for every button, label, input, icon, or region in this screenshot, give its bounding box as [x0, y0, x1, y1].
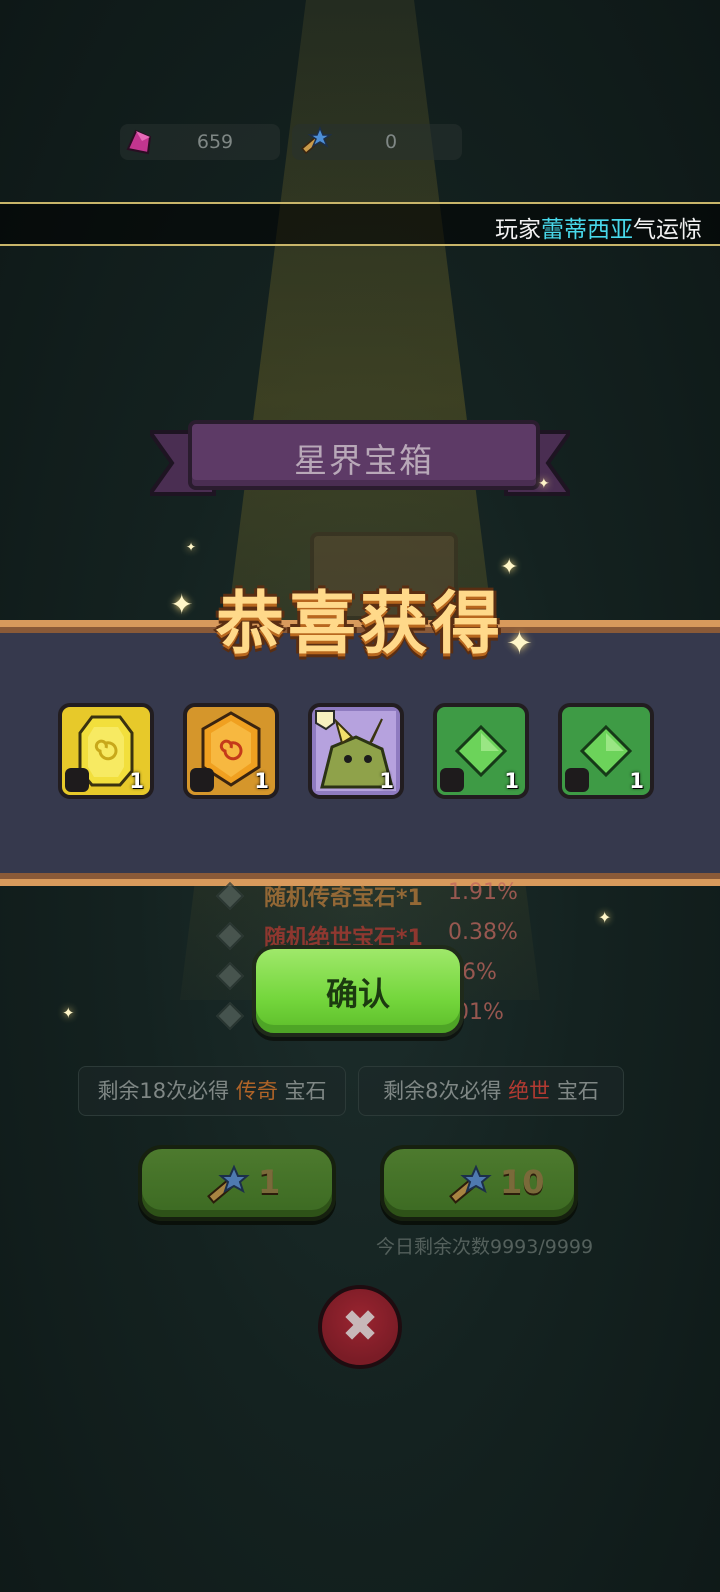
- key-counter: 0: [292, 124, 462, 160]
- sparkle-icon: ✦: [538, 476, 550, 492]
- announcement-ticker: 玩家蕾蒂西亚气运惊: [0, 202, 720, 246]
- draw-once-button[interactable]: 1: [138, 1145, 336, 1221]
- item-count: 1: [504, 769, 519, 793]
- pity-prefix: 剩余18次必得: [97, 1079, 230, 1103]
- key-count: 0: [384, 131, 398, 153]
- reward-item-orange-gem[interactable]: 1: [183, 703, 279, 799]
- confirm-label: 确认: [325, 975, 390, 1013]
- axe-icon: [440, 768, 464, 792]
- congrats-heading: 恭喜获得: [215, 585, 504, 664]
- pity-rarity: 传奇: [235, 1079, 278, 1103]
- sparkle-icon: ✦: [170, 588, 194, 621]
- item-count: 1: [629, 769, 644, 793]
- sparkle-icon: ✦: [62, 1004, 75, 1022]
- confirm-button[interactable]: 确认: [252, 945, 464, 1037]
- crown-icon: [565, 768, 589, 792]
- draw-ten-label: 10: [500, 1163, 545, 1201]
- sparkle-icon: ✦: [500, 555, 519, 580]
- hook-icon: [65, 768, 89, 792]
- odds-percent: 0.38%: [448, 920, 518, 945]
- pity-mythic-counter: 剩余8次必得 绝世 宝石: [358, 1066, 624, 1116]
- sparkle-icon: ✦: [186, 540, 197, 554]
- star-key-icon: [301, 126, 332, 155]
- sparkle-icon: ✦: [598, 908, 612, 927]
- chest-title: 星界宝箱: [294, 441, 434, 480]
- pity-rarity: 绝世: [508, 1079, 551, 1103]
- reward-item-green-gem[interactable]: 1: [433, 703, 529, 799]
- odds-percent: 1.91%: [448, 880, 518, 905]
- gem-counter: 659: [120, 124, 280, 160]
- pity-suffix: 宝石: [556, 1079, 599, 1103]
- ticker-suffix: 气运惊: [633, 217, 702, 243]
- remaining-today: 今日剩余次数9993/9999: [376, 1236, 594, 1258]
- star-key-icon: [449, 1164, 492, 1204]
- pity-prefix: 剩余8次必得: [383, 1079, 502, 1103]
- draw-once-label: 1: [258, 1163, 281, 1201]
- star-key-icon: [207, 1164, 250, 1204]
- ticker-message: 玩家蕾蒂西亚气运惊: [495, 210, 702, 244]
- gem-icon: [126, 129, 152, 155]
- close-button[interactable]: ✖: [318, 1285, 402, 1369]
- pity-legend-counter: 剩余18次必得 传奇 宝石: [78, 1066, 346, 1116]
- reward-item-yellow-gem[interactable]: 1: [58, 703, 154, 799]
- close-icon: ✖: [341, 1301, 379, 1352]
- ticker-prefix: 玩家: [495, 217, 541, 243]
- odds-name: 随机传奇宝石*1: [264, 886, 423, 911]
- item-count: 1: [129, 769, 144, 793]
- draw-ten-button[interactable]: 10: [380, 1145, 578, 1221]
- chest-title-banner: 星界宝箱: [150, 420, 570, 500]
- reward-item-green-gem[interactable]: 1: [558, 703, 654, 799]
- pity-suffix: 宝石: [284, 1079, 327, 1103]
- item-count: 1: [254, 769, 269, 793]
- ticker-player-name: 蕾蒂西亚: [541, 217, 633, 243]
- item-count: 1: [379, 769, 394, 793]
- reward-item-dragon[interactable]: 1: [308, 703, 404, 799]
- banner-plate: 星界宝箱: [188, 420, 540, 490]
- odds-gem-icon: [215, 1001, 245, 1031]
- sparkle-icon: ✦: [506, 624, 533, 662]
- boot-icon: [190, 768, 214, 792]
- gem-count: 659: [196, 131, 234, 153]
